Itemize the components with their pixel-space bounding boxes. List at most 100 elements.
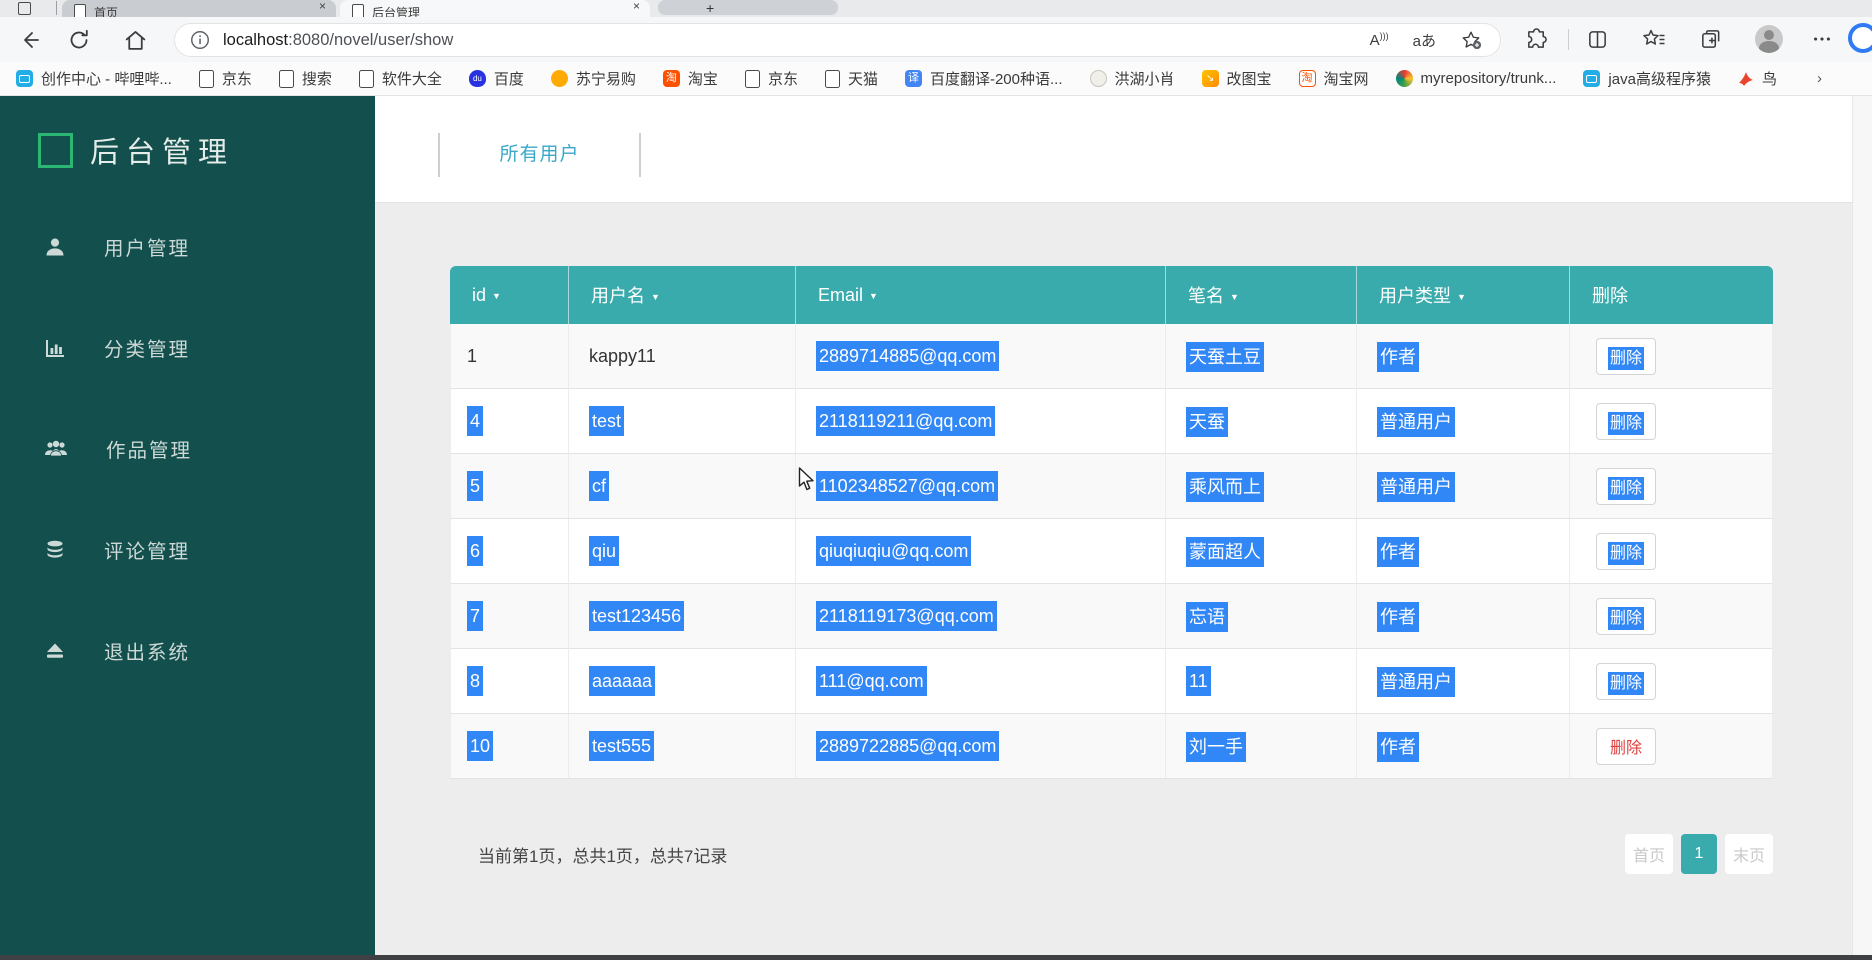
back-button[interactable] [14,25,44,55]
sort-caret-icon: ▼ [1230,292,1239,302]
current-page-button[interactable]: 1 [1681,834,1717,874]
delete-button[interactable]: 删除 [1596,532,1656,570]
delete-button[interactable]: 删除 [1596,467,1656,505]
bookmark-baidu[interactable]: du 百度 [468,68,524,89]
bilibili-icon [1583,70,1601,87]
site-info-icon[interactable] [189,29,211,51]
browser-tab-home[interactable]: 首页 × [62,0,336,17]
last-page-button[interactable]: 末页 [1725,834,1773,874]
bookmark-suning[interactable]: 苏宁易购 [550,68,636,89]
sidebar-item-user-management[interactable]: 用户管理 [44,232,190,261]
delete-button[interactable]: 删除 [1596,597,1656,635]
sort-caret-icon: ▼ [651,292,660,302]
copilot-icon[interactable] [1848,23,1872,53]
bookmark-bilibili-creator[interactable]: 创作中心 - 哔哩哔... [16,68,172,89]
settings-more-button[interactable] [1808,25,1836,53]
bookmark-taobao-net[interactable]: 淘淘宝网 [1298,68,1369,89]
gray-bird-icon [1089,70,1107,87]
bookmark-baidu-translate[interactable]: 译百度翻译-200种语... [904,68,1063,89]
translate-icon[interactable]: aあ [1413,30,1436,51]
tab-close-icon[interactable]: × [633,0,640,13]
favorites-button[interactable] [1640,25,1668,53]
extensions-button[interactable] [1522,25,1550,53]
url-text: localhost:8080/novel/user/show [223,31,453,50]
suning-icon [550,70,568,87]
cell-pen-name: 刘一手 [1186,732,1246,762]
app-title: 后台管理 [90,137,235,169]
bookmark-myrepository[interactable]: myrepository/trunk... [1395,70,1556,87]
bookmark-tmall[interactable]: 天猫 [824,68,878,89]
bookmark-jd2[interactable]: 京东 [744,68,798,89]
cell-username: kappy11 [589,345,656,366]
bookmark-software[interactable]: 软件大全 [358,68,442,89]
cell-id: 4 [467,405,484,436]
delete-button[interactable]: 删除 [1596,662,1656,700]
taobao-icon: 淘 [662,70,680,87]
page-icon [824,69,840,88]
sidebar-item-category-management[interactable]: 分类管理 [44,333,190,362]
delete-button[interactable]: 删除 [1596,402,1656,440]
bookmark-taobao[interactable]: 淘淘宝 [662,68,718,89]
cell-user-type: 普通用户 [1377,667,1455,697]
bookmark-bird[interactable]: 鸟 [1738,68,1777,89]
header-user-type[interactable]: 用户类型 ▼ [1357,266,1570,324]
url-host: localhost [223,30,289,49]
browser-tab-admin-active[interactable]: 后台管理 × [340,0,650,17]
eject-icon [47,643,63,658]
bookmark-honghuxiaoxiao[interactable]: 洪湖小肖 [1089,68,1175,89]
add-favorite-icon[interactable] [1460,29,1482,51]
scrollbar-track[interactable] [1852,96,1872,955]
split-screen-button[interactable] [1583,25,1611,53]
tab-actions-icon[interactable] [18,2,31,15]
table-row: 7 test123456 2118119173@qq.com 忘语 作者 删除 [450,584,1773,649]
back-icon [24,32,39,48]
address-bar[interactable]: localhost:8080/novel/user/show A))) aあ [174,23,1501,57]
header-username[interactable]: 用户名 ▼ [569,266,796,324]
first-page-button[interactable]: 首页 [1625,834,1673,874]
browser-tab-strip: 首页 × 后台管理 × + [0,0,1872,17]
bookmarks-bar: 创作中心 - 哔哩哔... 京东 搜索 软件大全 du 百度 苏宁易购 淘淘宝 京… [0,62,1872,96]
delete-button[interactable]: 删除 [1596,727,1656,765]
header-id[interactable]: id ▼ [450,266,569,324]
header-pen-name[interactable]: 笔名 ▼ [1166,266,1357,324]
admin-sidebar: 后台管理 用户管理 分类管理 作品管理 评论管理 退出系统 [0,96,375,955]
delete-button[interactable]: 删除 [1596,337,1656,375]
bookmarks-overflow-chevron[interactable]: › [1817,70,1822,87]
table-row: 5 cf 1102348527@qq.com 乘风而上 普通用户 删除 [450,454,1773,519]
tab-title: 后台管理 [372,5,421,18]
read-aloud-icon[interactable]: A))) [1370,31,1389,49]
page-icon [744,69,760,88]
cell-email: qiuqiuqiu@qq.com [816,535,972,566]
cell-email: 2118119173@qq.com [816,600,997,631]
cell-user-type: 作者 [1377,342,1419,372]
red-bird-icon [1738,71,1753,86]
sort-caret-icon: ▼ [1457,292,1466,302]
bookmark-gaitubao[interactable]: ↘ 改图宝 [1201,68,1272,89]
tab-close-icon[interactable]: × [319,0,326,13]
table-row: 4 test 2118119211@qq.com 天蚕 普通用户 删除 [450,389,1773,454]
bookmark-java[interactable]: java高级程序猿 [1583,68,1711,89]
cell-pen-name: 蒙面超人 [1186,537,1264,567]
cell-id: 7 [467,600,484,631]
browser-window: 首页 × 后台管理 × + localhost:8080/novel/user/… [0,0,1872,960]
new-tab-button[interactable]: + [658,0,838,16]
bookmark-search[interactable]: 搜索 [278,68,332,89]
bookmark-jd[interactable]: 京东 [198,68,252,89]
gaitubao-icon: ↘ [1201,70,1219,87]
sidebar-item-works-management[interactable]: 作品管理 [44,434,192,463]
cell-username: cf [589,470,610,501]
cell-username: test123456 [589,600,685,631]
cell-pen-name: 乘风而上 [1186,472,1264,502]
profile-avatar[interactable] [1755,25,1783,53]
refresh-button[interactable] [64,25,94,55]
app-logo: 后台管理 [38,129,234,171]
browser-toolbar: localhost:8080/novel/user/show A))) aあ [0,17,1872,62]
tab-all-users[interactable]: 所有用户 [438,133,641,177]
users-table: id ▼ 用户名 ▼ Email ▼ 笔名 ▼ 用户类型 ▼ 删除 1 kappy11 2 [450,266,1773,779]
header-email[interactable]: Email ▼ [796,266,1166,324]
collections-button[interactable] [1696,25,1724,53]
home-button[interactable] [120,25,150,55]
sidebar-item-logout[interactable]: 退出系统 [44,636,190,665]
table-header-row: id ▼ 用户名 ▼ Email ▼ 笔名 ▼ 用户类型 ▼ 删除 [450,266,1773,324]
sidebar-item-comment-management[interactable]: 评论管理 [44,535,190,564]
